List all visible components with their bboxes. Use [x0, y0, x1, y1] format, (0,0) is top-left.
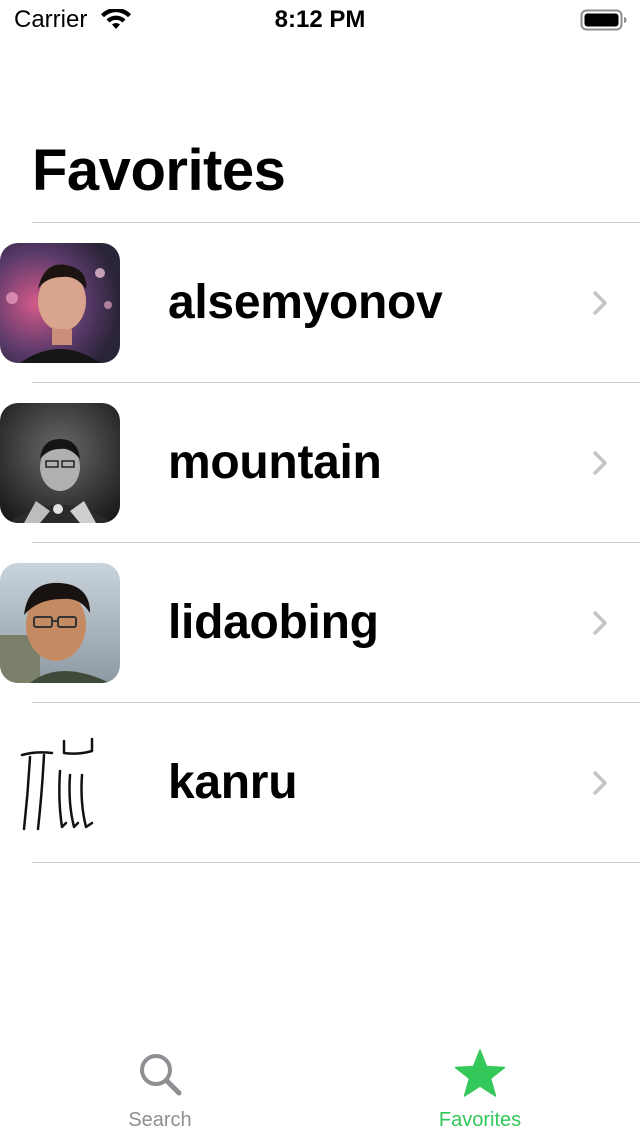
- avatar: [0, 563, 120, 683]
- favorites-list: alsemyonov mountain lidaobing kanru: [0, 222, 640, 863]
- list-item[interactable]: kanru: [0, 703, 640, 862]
- list-item[interactable]: lidaobing: [0, 543, 640, 702]
- chevron-right-icon: [590, 609, 610, 637]
- status-bar: Carrier 8:12 PM: [0, 0, 640, 40]
- avatar: [0, 243, 120, 363]
- tab-favorites[interactable]: Favorites: [320, 1038, 640, 1136]
- item-label: lidaobing: [168, 596, 379, 649]
- status-time: 8:12 PM: [274, 6, 366, 33]
- list-item[interactable]: alsemyonov: [0, 223, 640, 382]
- page-title: Favorites: [32, 138, 286, 203]
- chevron-right-icon: [590, 289, 610, 317]
- chevron-right-icon: [590, 769, 610, 797]
- star-icon: [454, 1049, 506, 1098]
- tab-label: Search: [128, 1109, 192, 1131]
- item-label: alsemyonov: [168, 276, 443, 329]
- tab-search[interactable]: Search: [0, 1038, 320, 1136]
- item-label: kanru: [168, 756, 298, 809]
- tab-label: Favorites: [438, 1109, 522, 1131]
- list-separator: [32, 862, 640, 863]
- tab-bar: Search Favorites: [0, 1038, 640, 1136]
- search-icon: [136, 1050, 184, 1098]
- battery-icon: [580, 8, 628, 32]
- chevron-right-icon: [590, 449, 610, 477]
- item-label: mountain: [168, 436, 382, 489]
- list-item[interactable]: mountain: [0, 383, 640, 542]
- avatar: [0, 723, 120, 843]
- avatar: [0, 403, 120, 523]
